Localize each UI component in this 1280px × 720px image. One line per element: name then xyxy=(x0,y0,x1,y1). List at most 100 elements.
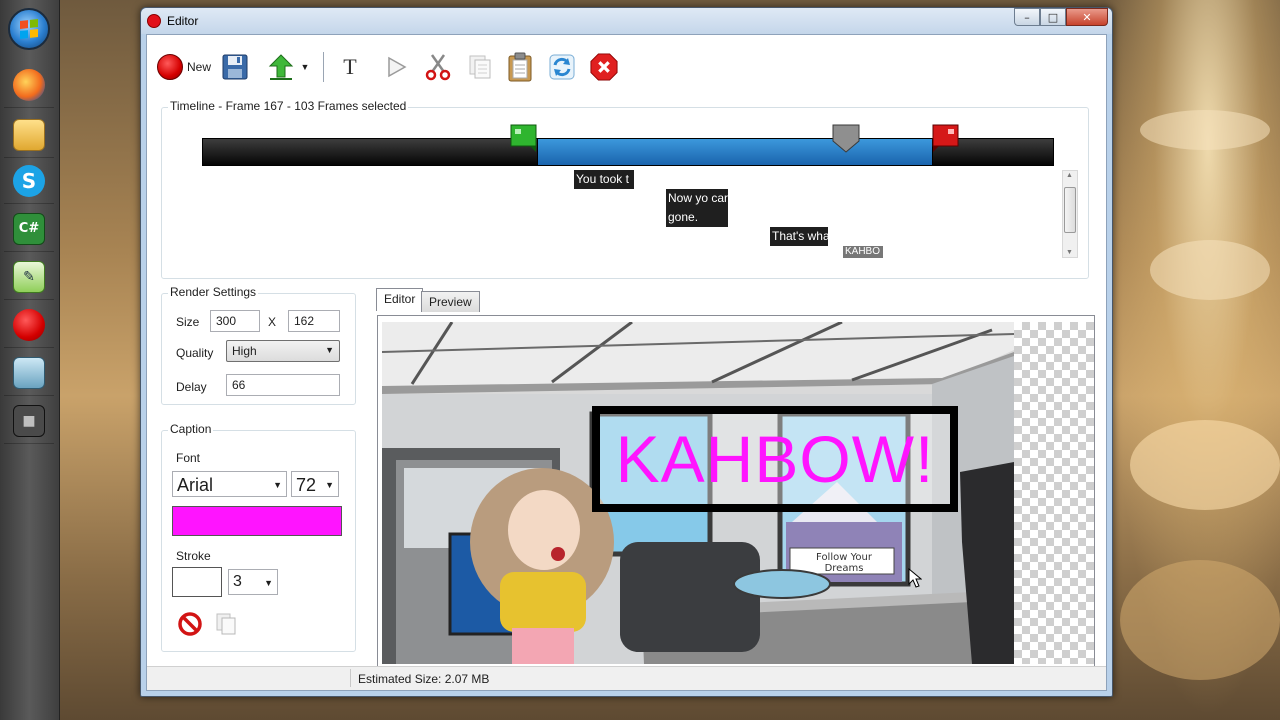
font-select[interactable]: Arial ▼ xyxy=(172,471,287,497)
caption-text: KAHBOW! xyxy=(615,422,935,496)
scroll-up-icon[interactable]: ▲ xyxy=(1066,172,1073,179)
refresh-button[interactable] xyxy=(548,53,576,81)
title-bar[interactable]: Editor – □ ✕ xyxy=(141,8,1112,34)
play-button[interactable] xyxy=(382,53,410,81)
caption-group: Caption Font Arial ▼ 72 ▼ Stroke 3 ▼ xyxy=(161,422,356,652)
new-button-label: New xyxy=(187,60,212,74)
windows-start-icon[interactable] xyxy=(8,8,50,50)
tab-preview[interactable]: Preview xyxy=(421,291,480,312)
stroke-width-select[interactable]: 3 ▼ xyxy=(228,569,278,595)
dropdown-arrow-icon: ▼ xyxy=(300,62,310,72)
delay-label: Delay xyxy=(176,380,207,394)
timeline-caption[interactable]: You took t xyxy=(574,170,634,189)
video-frame: Follow Your Dreams KAHBOW! xyxy=(382,322,1014,664)
export-button[interactable] xyxy=(267,53,295,81)
font-label: Font xyxy=(176,451,201,465)
status-separator xyxy=(350,669,351,687)
caption-title: Caption xyxy=(168,422,214,436)
cloud xyxy=(1140,110,1270,150)
timeline-track[interactable] xyxy=(202,138,1054,166)
start-marker-icon[interactable] xyxy=(510,124,538,154)
chevron-down-icon: ▼ xyxy=(273,480,282,490)
cloud xyxy=(1120,560,1280,680)
editor-window: Editor – □ ✕ New ▼ T Timeline - Frame 16… xyxy=(140,7,1113,697)
play-icon xyxy=(388,56,407,78)
paste-icon xyxy=(508,52,532,82)
scrollbar-thumb[interactable] xyxy=(1064,187,1076,233)
stroke-width-value: 3 xyxy=(233,573,242,590)
font-value: Arial xyxy=(177,475,214,495)
font-size-select[interactable]: 72 ▼ xyxy=(291,471,339,497)
window-controls: – □ ✕ xyxy=(1014,8,1108,26)
estimated-size: Estimated Size: 2.07 MB xyxy=(358,672,490,686)
copy-icon xyxy=(469,55,491,79)
notepad-icon[interactable]: ✎ xyxy=(4,254,54,300)
text-button[interactable]: T xyxy=(336,53,364,81)
display-icon[interactable] xyxy=(4,350,54,396)
maximize-button[interactable]: □ xyxy=(1040,8,1066,26)
scroll-down-icon[interactable]: ▼ xyxy=(1066,249,1073,256)
current-frame-marker-icon[interactable] xyxy=(832,124,860,154)
skype-icon[interactable]: S xyxy=(4,158,54,204)
timeline-title: Timeline - Frame 167 - 103 Frames select… xyxy=(168,99,409,113)
size-x-label: X xyxy=(268,315,277,329)
cloud xyxy=(1130,420,1280,510)
caption-overlay[interactable]: KAHBOW! xyxy=(592,406,958,512)
chevron-down-icon: ▼ xyxy=(264,578,273,588)
close-red-icon xyxy=(590,53,618,81)
timeline-caption[interactable]: That's wha xyxy=(770,227,828,246)
quality-label: Quality xyxy=(176,346,214,360)
recorder-icon[interactable] xyxy=(4,302,54,348)
timeline-scrollbar[interactable]: ▲ ▼ xyxy=(1062,170,1078,258)
end-marker-icon[interactable] xyxy=(932,124,960,154)
stroke-color-swatch[interactable] xyxy=(172,567,222,597)
delay-input[interactable]: 66 xyxy=(226,374,340,396)
transparent-area xyxy=(1014,322,1094,664)
font-color-swatch[interactable] xyxy=(172,506,342,536)
window-title: Editor xyxy=(167,14,199,28)
upload-arrow-icon xyxy=(268,54,294,80)
cloud xyxy=(1150,240,1270,300)
font-size-value: 72 xyxy=(296,475,317,495)
render-settings-title: Render Settings xyxy=(168,285,259,299)
tab-editor[interactable]: Editor xyxy=(376,288,424,311)
file-manager-icon[interactable] xyxy=(4,112,54,158)
timeline-caption[interactable]: gone. xyxy=(666,208,728,227)
paste-button[interactable] xyxy=(506,52,534,82)
text-icon: T xyxy=(343,54,357,79)
toolbar-separator xyxy=(323,52,325,82)
stroke-label: Stroke xyxy=(176,549,211,563)
sign-text: Follow Your Dreams xyxy=(816,552,872,574)
camera-icon[interactable]: ■ xyxy=(4,398,54,444)
editor-canvas[interactable]: Follow Your Dreams KAHBOW! xyxy=(377,315,1095,669)
toolbar: New ▼ T xyxy=(157,47,632,87)
clear-caption-icon[interactable] xyxy=(177,611,203,637)
record-icon xyxy=(157,54,183,80)
timeline-group: Timeline - Frame 167 - 103 Frames select… xyxy=(161,99,1089,279)
size-label: Size xyxy=(176,315,200,329)
copy-style-icon[interactable] xyxy=(214,611,240,637)
width-input[interactable]: 300 xyxy=(210,310,260,332)
firefox-icon[interactable] xyxy=(4,62,54,108)
cut-icon xyxy=(425,54,451,81)
copy-button[interactable] xyxy=(466,53,494,81)
quality-select[interactable]: High ▼ xyxy=(226,340,340,362)
taskbar: S C# ✎ ■ xyxy=(0,0,60,720)
timeline-caption[interactable]: Now yo car xyxy=(666,189,728,208)
save-button[interactable] xyxy=(221,53,249,81)
new-button[interactable]: New xyxy=(157,51,211,83)
close-button[interactable]: ✕ xyxy=(1066,8,1108,26)
minimize-button[interactable]: – xyxy=(1014,8,1040,26)
app-icon xyxy=(147,14,161,28)
export-dropdown[interactable]: ▼ xyxy=(299,51,311,83)
height-input[interactable]: 162 xyxy=(288,310,340,332)
csharp-icon[interactable]: C# xyxy=(4,206,54,252)
status-bar: Estimated Size: 2.07 MB xyxy=(147,666,1106,690)
save-icon xyxy=(222,54,248,80)
discard-button[interactable] xyxy=(590,53,618,81)
mouse-cursor-icon xyxy=(908,568,922,588)
timeline-caption[interactable]: KAHBO xyxy=(843,246,883,258)
refresh-icon xyxy=(549,54,575,80)
timeline-selection[interactable] xyxy=(537,139,933,165)
cut-button[interactable] xyxy=(424,53,452,81)
